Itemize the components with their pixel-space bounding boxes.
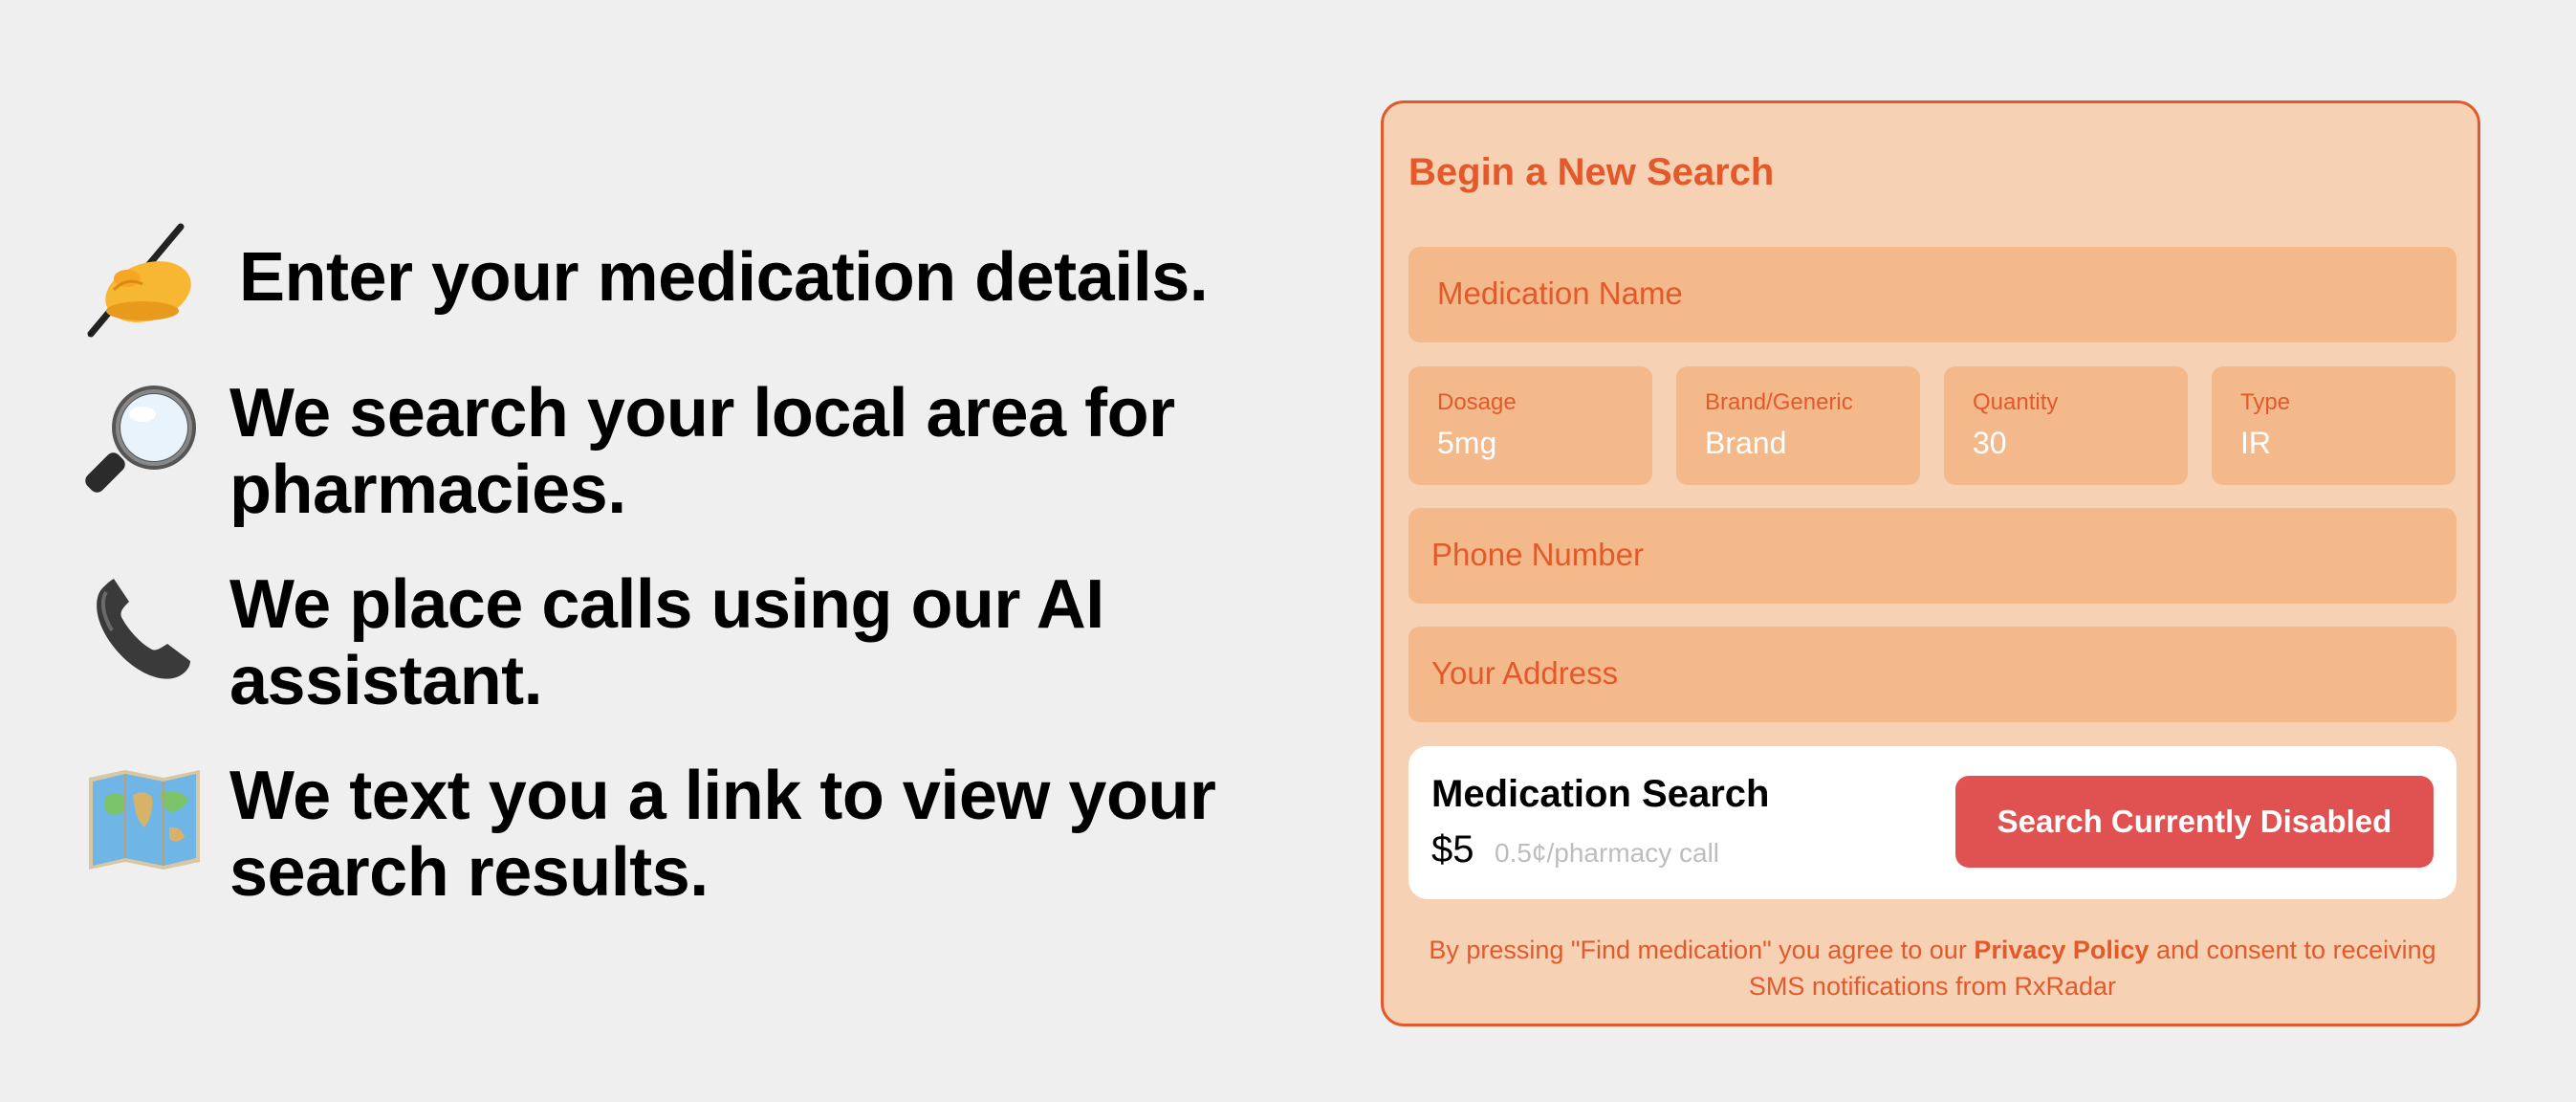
magnifying-glass-icon	[82, 375, 207, 499]
brand-generic-value: Brand	[1705, 426, 1787, 460]
step-text: We text you a link to view your search r…	[229, 758, 1216, 911]
address-input[interactable]: Your Address	[1408, 627, 2456, 722]
new-search-card: Begin a New Search Medication Name Dosag…	[1381, 100, 2480, 1026]
dosage-value: 5mg	[1437, 426, 1497, 460]
world-map-icon	[82, 758, 207, 882]
payment-title: Medication Search	[1431, 773, 1770, 815]
card-title: Begin a New Search	[1408, 151, 1775, 193]
writing-hand-icon	[82, 218, 207, 342]
page: Enter your medication details. We search…	[0, 0, 2576, 1102]
step-enter-details: Enter your medication details.	[82, 218, 1209, 342]
step-text-results: We text you a link to view your search r…	[82, 758, 1216, 911]
step-place-calls: We place calls using our AI assistant.	[82, 566, 1104, 719]
payment-rate: 0.5¢/pharmacy call	[1495, 838, 1720, 868]
legal-notice: By pressing "Find medication" you agree …	[1429, 936, 2436, 1001]
payment-price: $5	[1431, 828, 1474, 871]
type-label: Type	[2240, 389, 2291, 415]
step-text: We place calls using our AI assistant.	[229, 566, 1104, 719]
phone-number-placeholder: Phone Number	[1431, 537, 1644, 572]
dosage-label: Dosage	[1437, 389, 1517, 415]
quantity-field[interactable]: Quantity 30	[1944, 366, 2188, 485]
payment-panel: Medication Search $5 0.5¢/pharmacy call …	[1408, 746, 2456, 899]
search-disabled-button[interactable]: Search Currently Disabled	[1955, 776, 2434, 868]
quantity-label: Quantity	[1973, 389, 2059, 415]
type-field[interactable]: Type IR	[2212, 366, 2456, 485]
privacy-policy-link[interactable]: Privacy Policy	[1974, 936, 2149, 964]
brand-generic-label: Brand/Generic	[1705, 389, 1853, 415]
step-search-pharmacies: We search your local area for pharmacies…	[82, 375, 1175, 528]
phone-number-input[interactable]: Phone Number	[1408, 508, 2456, 604]
telephone-icon	[82, 566, 207, 691]
quantity-value: 30	[1973, 426, 2007, 460]
step-text: We search your local area for pharmacies…	[229, 375, 1175, 528]
medication-name-input[interactable]: Medication Name	[1408, 247, 2456, 342]
dosage-field[interactable]: Dosage 5mg	[1408, 366, 1652, 485]
type-value: IR	[2240, 426, 2271, 460]
step-text: Enter your medication details.	[239, 239, 1209, 316]
brand-generic-field[interactable]: Brand/Generic Brand	[1676, 366, 1920, 485]
address-placeholder: Your Address	[1431, 655, 1619, 691]
medication-name-placeholder: Medication Name	[1437, 276, 1683, 311]
